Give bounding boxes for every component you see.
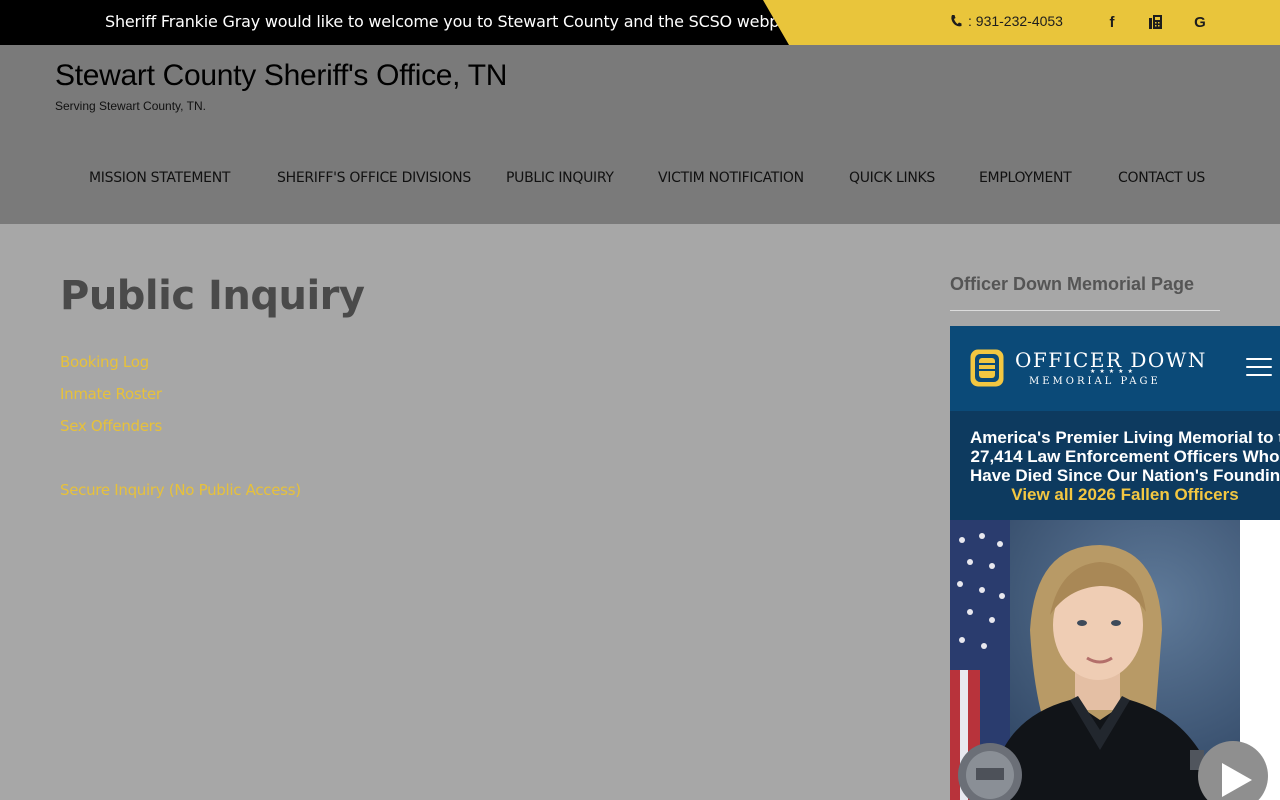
google-link[interactable]: G bbox=[1191, 13, 1209, 31]
phone-text: : 931-232-4053 bbox=[968, 13, 1063, 29]
hamburger-menu-icon[interactable] bbox=[1246, 358, 1272, 378]
facebook-icon: f bbox=[1109, 13, 1115, 31]
fallen-officer-photo[interactable] bbox=[950, 520, 1240, 800]
odmp-logo-subtitle: MEMORIAL PAGE bbox=[1029, 376, 1161, 387]
welcome-message: Sheriff Frankie Gray would like to welco… bbox=[105, 12, 809, 31]
widget-divider bbox=[950, 310, 1220, 311]
widget-title: Officer Down Memorial Page bbox=[950, 274, 1195, 294]
nav-item-victim-notification[interactable]: VICTIM NOTIFICATION bbox=[658, 170, 804, 186]
nav-item-quick-links[interactable]: QUICK LINKS bbox=[849, 170, 935, 186]
nav-item-mission-statement[interactable]: MISSION STATEMENT bbox=[89, 170, 230, 186]
sex-offenders-link[interactable]: Sex Offenders bbox=[60, 417, 162, 435]
secure-inquiry-link[interactable]: Secure Inquiry (No Public Access) bbox=[60, 481, 301, 499]
banner-line: America's Premier Living Memorial to the bbox=[970, 428, 1280, 447]
nav-item-contact-us[interactable]: CONTACT US bbox=[1118, 170, 1205, 186]
main-nav: MISSION STATEMENT SHERIFF'S OFFICE DIVIS… bbox=[0, 170, 1280, 190]
odmp-badge-icon bbox=[969, 348, 1005, 388]
google-icon: G bbox=[1194, 13, 1206, 31]
fax-icon bbox=[1149, 15, 1162, 29]
site-title[interactable]: Stewart County Sheriff's Office, TN bbox=[55, 59, 507, 93]
page-title: Public Inquiry bbox=[60, 273, 365, 319]
banner-line: 27,414 Law Enforcement Officers Who bbox=[970, 447, 1280, 466]
booking-log-link[interactable]: Booking Log bbox=[60, 353, 149, 371]
inmate-roster-link[interactable]: Inmate Roster bbox=[60, 385, 162, 403]
nav-item-public-inquiry[interactable]: PUBLIC INQUIRY bbox=[506, 170, 614, 186]
banner-line: Have Died Since Our Nation's Founding - bbox=[970, 466, 1280, 485]
nav-item-divisions[interactable]: SHERIFF'S OFFICE DIVISIONS bbox=[277, 170, 471, 186]
site-header: Stewart County Sheriff's Office, TN Serv… bbox=[0, 45, 1280, 224]
officer-portrait-image bbox=[950, 520, 1240, 800]
phone-number[interactable]: : 931-232-4053 bbox=[950, 13, 1063, 29]
view-fallen-officers-link[interactable]: View all 2026 Fallen Officers bbox=[970, 485, 1280, 504]
odmp-widget: OFFICER DOWN ★★★★★ MEMORIAL PAGE America… bbox=[950, 326, 1280, 800]
odmp-header: OFFICER DOWN ★★★★★ MEMORIAL PAGE bbox=[950, 326, 1280, 411]
phone-icon bbox=[951, 15, 962, 27]
site-tagline: Serving Stewart County, TN. bbox=[55, 99, 206, 113]
fax-link[interactable] bbox=[1147, 13, 1165, 31]
top-bar: Sheriff Frankie Gray would like to welco… bbox=[0, 0, 1280, 45]
facebook-link[interactable]: f bbox=[1103, 13, 1121, 31]
odmp-logo-stars: ★★★★★ bbox=[1090, 369, 1137, 375]
nav-item-employment[interactable]: EMPLOYMENT bbox=[979, 170, 1072, 186]
odmp-banner: America's Premier Living Memorial to the… bbox=[950, 411, 1280, 520]
